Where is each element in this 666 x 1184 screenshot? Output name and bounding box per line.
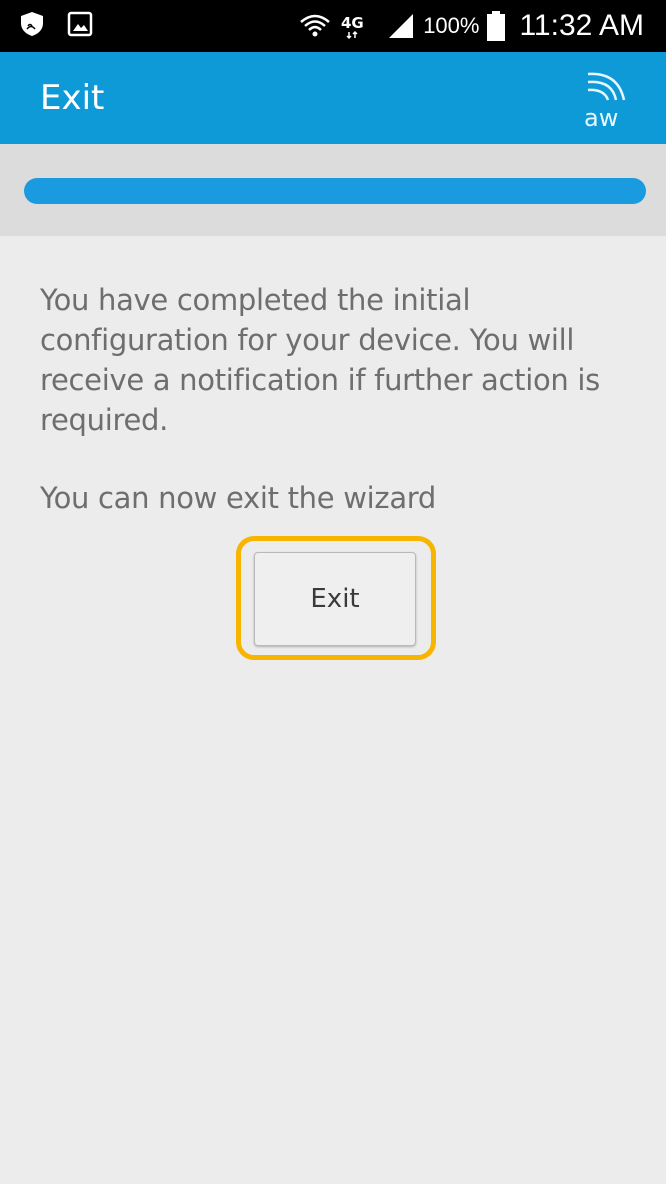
status-time: 11:32 AM (519, 9, 644, 42)
exit-button[interactable]: Exit (254, 552, 416, 646)
network-4g-icon: 4G (341, 14, 364, 40)
wifi-icon (300, 14, 331, 37)
progress-bar (24, 178, 646, 204)
svg-text:4G: 4G (341, 14, 364, 32)
page-title: Exit (40, 78, 105, 118)
signal-icon (389, 14, 414, 38)
app-bar: Exit aw (0, 52, 666, 144)
logo-text: aw (584, 104, 618, 130)
completion-message: You have completed the initial configura… (40, 283, 600, 437)
battery-icon (487, 11, 506, 41)
shield-icon (21, 12, 43, 36)
image-icon (67, 11, 93, 37)
battery-percent: 100% (423, 13, 480, 38)
exit-prompt: You can now exit the wizard (40, 481, 437, 515)
content-area: You have completed the initial configura… (40, 280, 640, 518)
progress-fill (24, 178, 646, 204)
progress-strip (0, 144, 666, 236)
airwatch-logo-icon: aw (584, 72, 626, 130)
status-bar: 4G 100% 11:32 AM (0, 0, 666, 52)
